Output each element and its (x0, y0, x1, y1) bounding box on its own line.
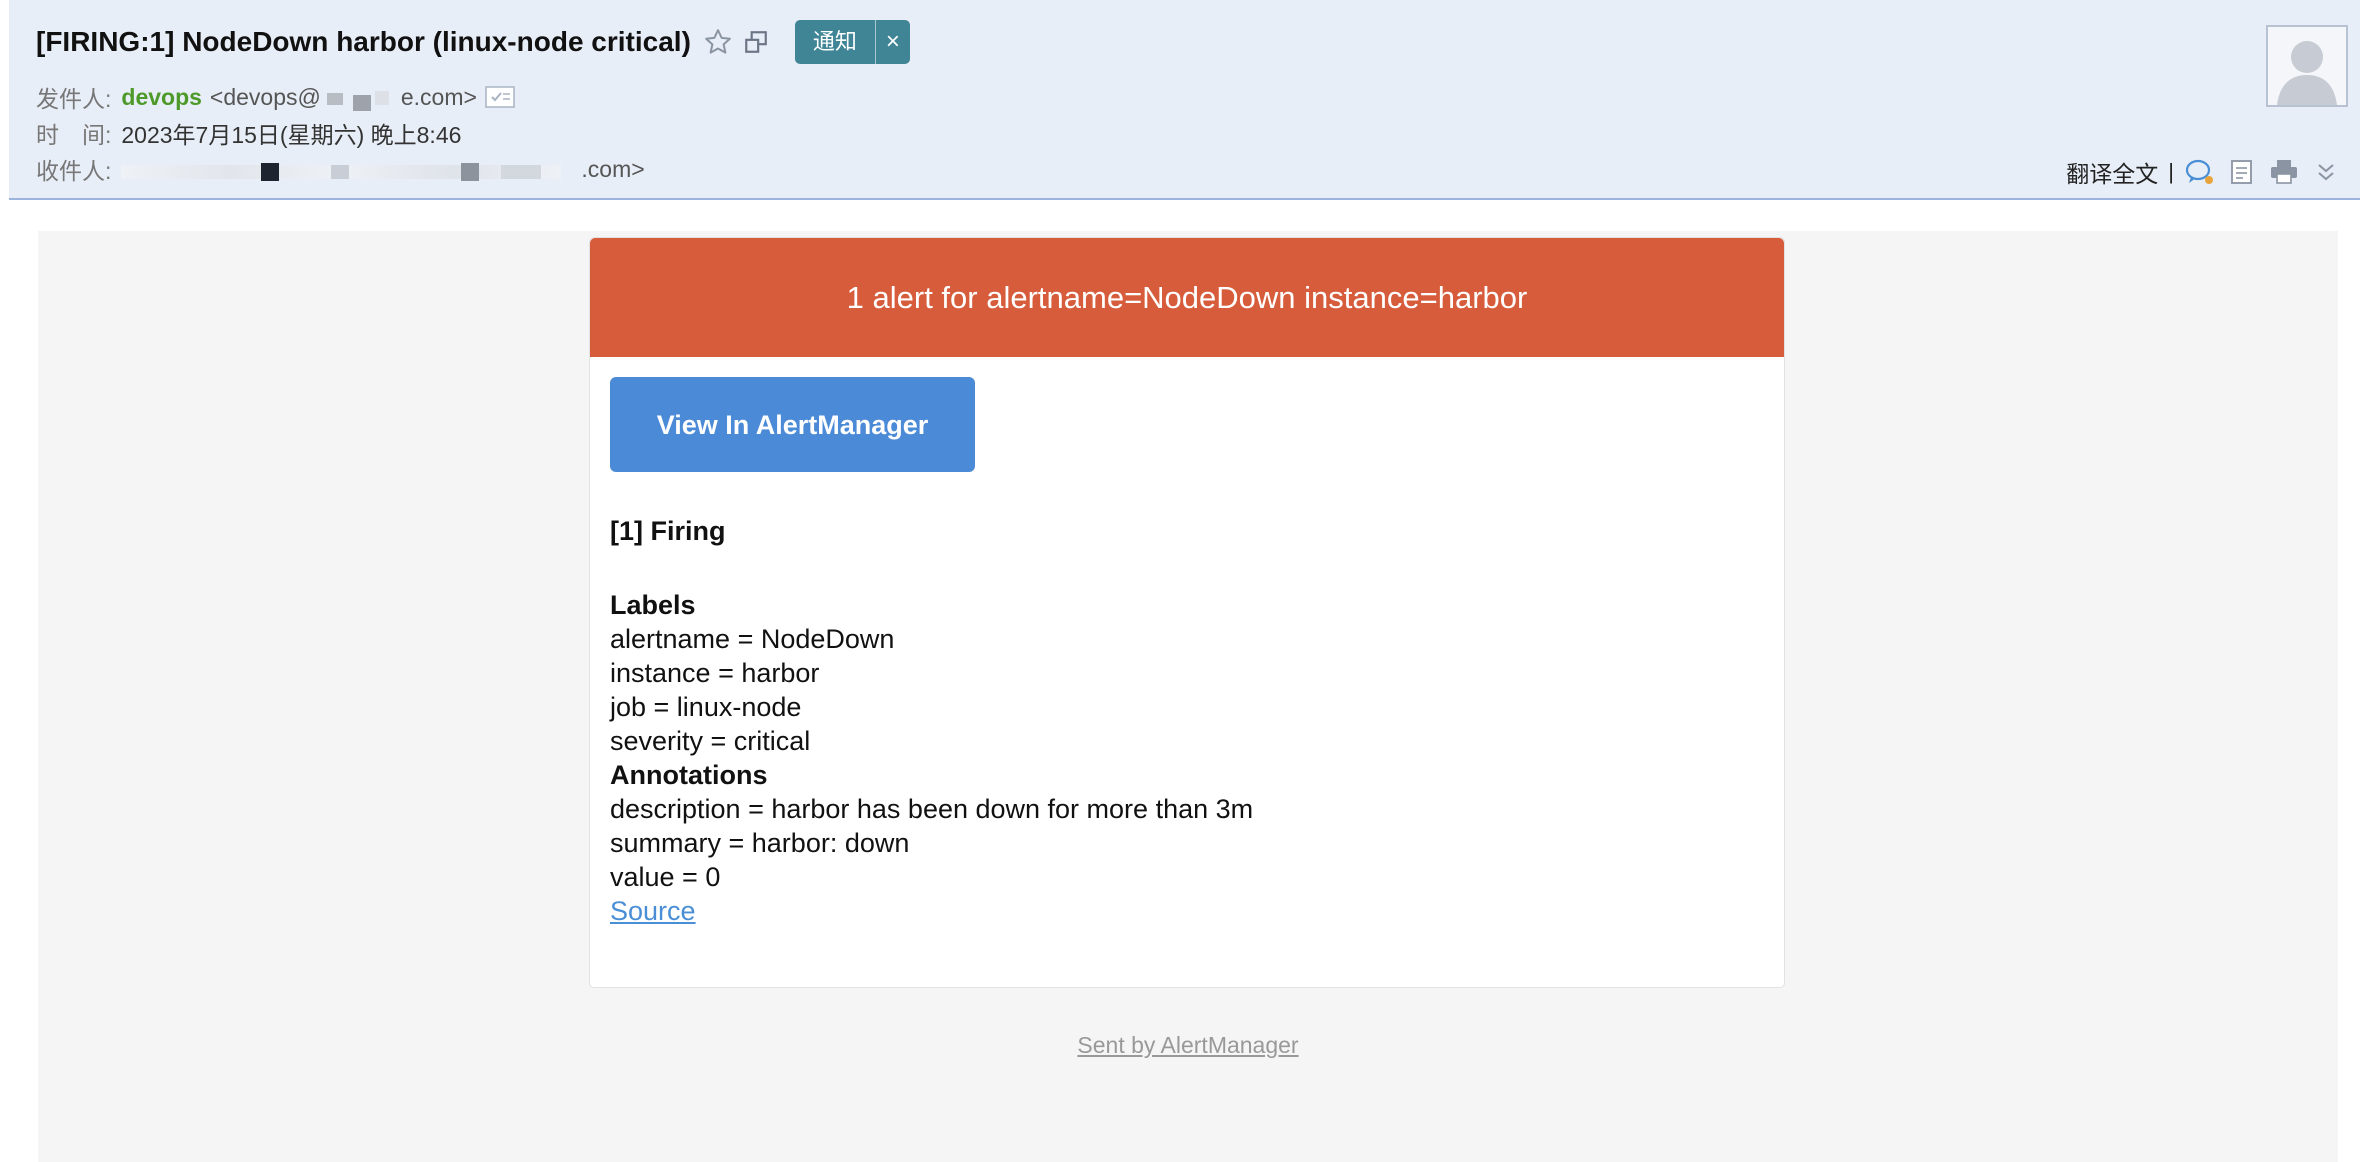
source-link[interactable]: Source (610, 896, 696, 926)
alert-card: 1 alert for alertname=NodeDown instance=… (589, 237, 1785, 988)
sender-name[interactable]: devops (121, 84, 202, 111)
tag-label[interactable]: 通知 (795, 20, 876, 64)
sender-address-prefix: <devops@ (209, 83, 321, 110)
chat-icon[interactable] (2184, 156, 2216, 188)
time-row: 时 间: 2023年7月15日(星期六) 晚上8:46 (36, 116, 461, 150)
mail-subject: [FIRING:1] NodeDown harbor (linux-node c… (36, 26, 691, 57)
print-icon[interactable] (2268, 156, 2300, 188)
firing-title: [1] Firing (610, 516, 726, 546)
label-line: alertname = NodeDown (610, 624, 895, 654)
labels-title: Labels (610, 590, 696, 620)
annotation-line: value = 0 (610, 862, 721, 892)
alert-banner: 1 alert for alertname=NodeDown instance=… (590, 238, 1784, 357)
avatar[interactable] (2266, 25, 2348, 107)
translate-link[interactable]: 翻译全文 (2066, 155, 2158, 189)
tag-badge: 通知 × (794, 20, 910, 64)
from-row: 发件人: devops <devops@ e.com> (36, 80, 515, 114)
alert-content: View In AlertManager [1] Firing Labels a… (590, 357, 1784, 928)
annotation-line: description = harbor has been down for m… (610, 794, 1254, 824)
to-row: 收件人: .com> (36, 152, 645, 186)
popout-icon[interactable] (739, 25, 773, 59)
redacted-domain (321, 85, 401, 111)
sent-by-link[interactable]: Sent by AlertManager (38, 1032, 2338, 1059)
label-line: job = linux-node (610, 692, 802, 722)
redacted-recipient (121, 157, 581, 181)
note-icon[interactable] (2226, 156, 2258, 188)
time-value: 2023年7月15日(星期六) 晚上8:46 (121, 122, 462, 148)
avatar-icon (2277, 41, 2337, 105)
mail-header: [FIRING:1] NodeDown harbor (linux-node c… (9, 0, 2360, 200)
annotations-title: Annotations (610, 760, 768, 790)
time-label: 时 间: (36, 122, 112, 148)
sender-address-suffix: e.com> (400, 83, 477, 110)
from-label: 发件人: (36, 86, 112, 112)
chevron-down-icon[interactable] (2310, 156, 2342, 188)
subject-row: [FIRING:1] NodeDown harbor (linux-node c… (36, 20, 910, 64)
to-label: 收件人: (36, 158, 112, 184)
view-in-alertmanager-button[interactable]: View In AlertManager (610, 377, 975, 472)
recipient-address-suffix: .com> (581, 155, 645, 182)
label-line: severity = critical (610, 726, 811, 756)
tool-separator: | (2168, 159, 2174, 184)
label-line: instance = harbor (610, 658, 820, 688)
annotation-line: summary = harbor: down (610, 828, 910, 858)
star-icon[interactable] (701, 25, 735, 59)
header-tools: 翻译全文 | (2066, 155, 2342, 189)
mail-body: 1 alert for alertname=NodeDown instance=… (38, 231, 2338, 1162)
verify-icon[interactable] (485, 85, 515, 109)
close-icon[interactable]: × (876, 22, 910, 62)
